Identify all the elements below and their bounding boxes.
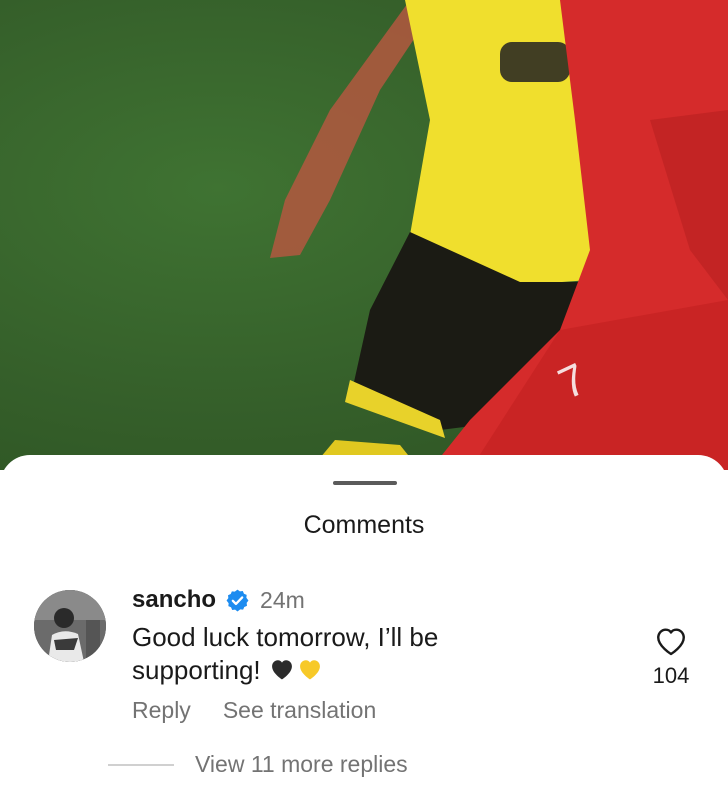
replies-divider: [108, 764, 174, 766]
view-replies: View 11 more replies: [0, 751, 728, 781]
verified-badge-icon: [226, 589, 249, 611]
black-heart-icon: [271, 660, 292, 680]
comment-timestamp: 24m: [260, 586, 305, 613]
see-translation-button[interactable]: See translation: [223, 697, 376, 724]
avatar-photo-icon: [34, 590, 106, 662]
video-scene: 7: [270, 0, 728, 470]
like-control: 104: [645, 625, 697, 689]
comments-sheet: Comments sancho 24m Good luck tomorrow, …: [0, 455, 728, 800]
view-more-replies-button[interactable]: View 11 more replies: [195, 751, 408, 778]
video-frame: 7: [0, 0, 728, 470]
sponsor-logo: [500, 42, 570, 82]
comment-body: Good luck tomorrow, I’ll be supporting!: [132, 621, 552, 687]
like-count: 104: [652, 663, 690, 688]
drag-handle[interactable]: [333, 481, 397, 485]
username[interactable]: sancho: [132, 586, 216, 614]
comment-header: sancho 24m: [132, 585, 305, 615]
avatar[interactable]: [34, 590, 106, 662]
heart-icon[interactable]: [654, 625, 688, 657]
reply-button[interactable]: Reply: [132, 697, 191, 724]
comment-actions: Reply See translation: [132, 697, 376, 724]
sheet-title: Comments: [303, 511, 425, 539]
yellow-heart-icon: [299, 660, 320, 680]
